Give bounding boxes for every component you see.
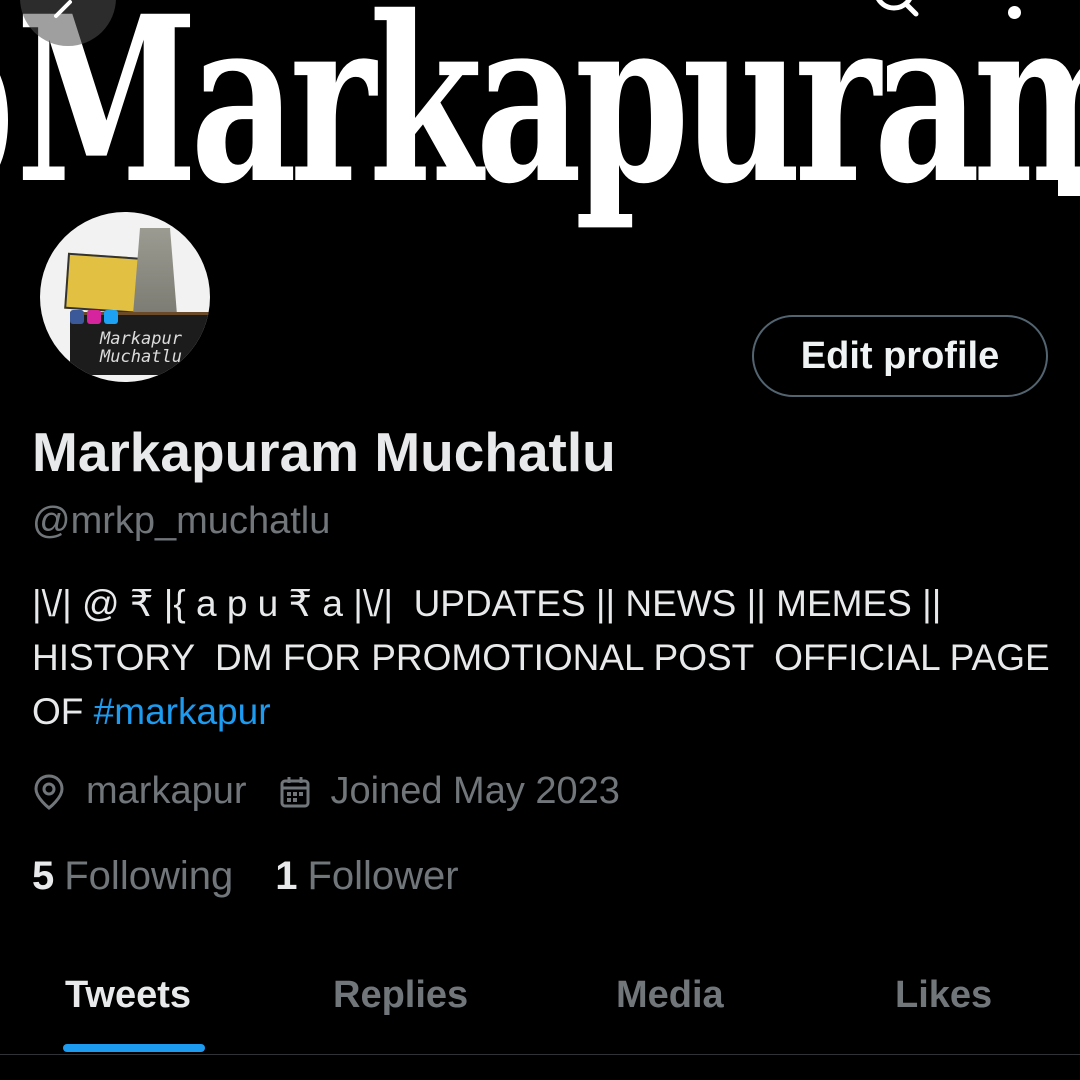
joined-text: Joined May 2023 [330,770,620,812]
edit-profile-button[interactable]: Edit profile [752,315,1048,397]
profile-bio: |\/| @ ₹ |{ a p u ₹ a |\/| UPDATES || NE… [32,577,1052,739]
profile-meta: markapur Joined May 2023 [32,770,620,813]
calendar-icon [280,776,309,807]
followers-link[interactable]: 1 Follower [275,854,458,899]
following-label: Following [64,854,234,898]
location-pin-icon [34,773,64,810]
twitter-icon [104,310,118,324]
location-text: markapur [86,770,247,812]
avatar-image: Markapur Muchatlu [40,212,210,382]
followers-count: 1 [275,854,298,898]
joined-item: Joined May 2023 [279,770,620,813]
following-link[interactable]: 5 Following [32,854,233,899]
followers-label: Follower [307,854,459,898]
search-icon [876,0,919,17]
tab-media[interactable]: Media [616,974,724,1017]
facebook-icon [70,310,84,324]
instagram-icon [87,310,101,324]
active-tab-indicator [63,1044,205,1052]
following-count: 5 [32,854,55,898]
location-item: markapur [32,770,247,813]
bio-hashtag-link[interactable]: #markapur [94,691,271,732]
banner-trailing-mark [1058,170,1080,196]
display-name: Markapuram Muchatlu [32,421,616,483]
avatar-social-icons [70,310,118,324]
profile-tabs: Tweets Replies Media Likes [0,950,1080,1055]
follow-stats: 5 Following 1 Follower [32,854,459,899]
avatar-board-text: Markapur Muchatlu [100,329,182,367]
profile-avatar[interactable]: Markapur Muchatlu [34,206,216,388]
banner-partial-letter [0,60,8,180]
tab-tweets[interactable]: Tweets [65,974,191,1017]
more-icon [1008,6,1021,19]
arrow-left-icon [54,0,72,18]
user-handle: @mrkp_muchatlu [32,500,331,542]
tab-replies[interactable]: Replies [333,974,468,1017]
tab-likes[interactable]: Likes [895,974,992,1017]
